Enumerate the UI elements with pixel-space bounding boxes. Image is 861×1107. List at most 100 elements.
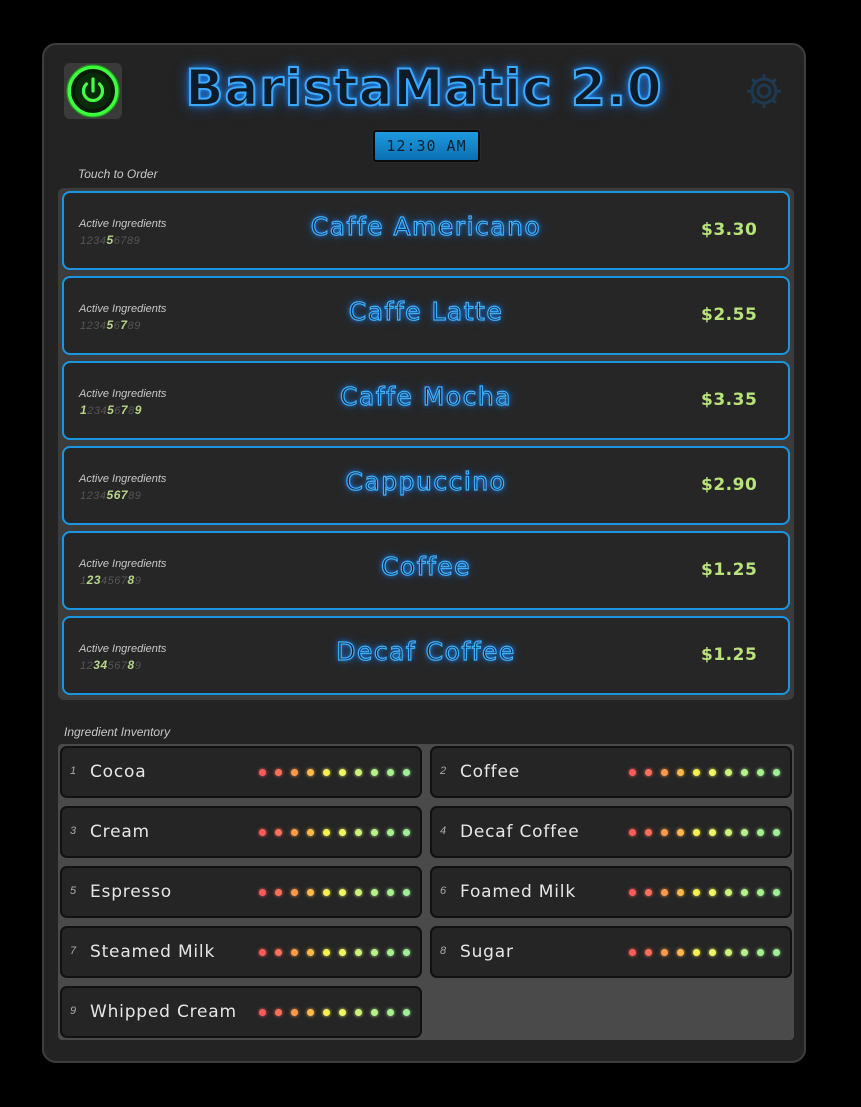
stock-led [259, 829, 266, 836]
stock-led [355, 1009, 362, 1016]
stock-led [757, 829, 764, 836]
stock-led [323, 1009, 330, 1016]
ingredient-number: 9 [70, 1005, 77, 1017]
stock-led [323, 949, 330, 956]
stock-led [307, 769, 314, 776]
drink-price: $1.25 [701, 645, 758, 665]
clock-display: 12:30 AM [372, 129, 481, 163]
stock-led [403, 1009, 410, 1016]
stock-led [307, 889, 314, 896]
stock-led [709, 769, 716, 776]
stock-led [371, 1009, 378, 1016]
drink-name: Decaf Coffee [336, 636, 516, 666]
stock-led [339, 889, 346, 896]
drink-price: $3.35 [701, 390, 758, 410]
stock-led [387, 949, 394, 956]
ingredient-number: 4 [440, 825, 447, 837]
stock-led [259, 769, 266, 776]
stock-led [387, 769, 394, 776]
stock-led [645, 889, 652, 896]
drink-price: $1.25 [701, 560, 758, 580]
stock-led [693, 769, 700, 776]
stock-led [741, 829, 748, 836]
stock-led [709, 949, 716, 956]
app-title: BaristaMatic 2.0 [184, 58, 663, 118]
stock-led [725, 889, 732, 896]
stock-led [339, 829, 346, 836]
stock-led [661, 949, 668, 956]
stock-led [403, 829, 410, 836]
inventory-item: 8 Sugar [430, 926, 792, 978]
stock-led [291, 1009, 298, 1016]
stock-led [403, 769, 410, 776]
touch-to-order-label: Touch to Order [78, 167, 158, 181]
menu-item[interactable]: Active Ingredients 123456789 Caffe Mocha $3… [62, 361, 790, 440]
stock-led [677, 889, 684, 896]
stock-led [645, 769, 652, 776]
drink-name: Cappuccino [345, 466, 507, 496]
menu-item[interactable]: Active Ingredients 123456789 Cappuccino $2.… [62, 446, 790, 525]
inventory-item: 4 Decaf Coffee [430, 806, 792, 858]
inventory-label: Ingredient Inventory [64, 725, 171, 739]
stock-led [403, 949, 410, 956]
stock-led [741, 769, 748, 776]
gear-icon [747, 74, 781, 108]
stock-led [709, 829, 716, 836]
stock-led [661, 769, 668, 776]
stock-led [307, 829, 314, 836]
ingredient-name: Foamed Milk [460, 882, 576, 902]
stock-led [323, 829, 330, 836]
stock-led [725, 829, 732, 836]
stock-led [773, 949, 780, 956]
drink-name: Caffe Mocha [339, 381, 512, 411]
ingredient-number: 6 [440, 885, 447, 897]
stock-led [275, 1009, 282, 1016]
drink-name: Coffee [380, 551, 472, 581]
stock-led [677, 769, 684, 776]
stock-led [629, 829, 636, 836]
stock-led [629, 949, 636, 956]
stock-led [323, 889, 330, 896]
menu-item[interactable]: Active Ingredients 123456789 Coffee $1.25 [62, 531, 790, 610]
ingredient-name: Coffee [460, 762, 520, 782]
settings-button[interactable] [744, 71, 784, 111]
stock-led [291, 769, 298, 776]
stock-led [677, 949, 684, 956]
inventory-grid: 1 Cocoa 2 Coffee 3 Cream 4 Decaf Coffee 5 Espress… [58, 744, 794, 1040]
stock-led [307, 949, 314, 956]
drink-name: Caffe Latte [348, 296, 504, 326]
stock-led [275, 829, 282, 836]
stock-led [291, 829, 298, 836]
menu-item[interactable]: Active Ingredients 123456789 Caffe Latte $2… [62, 276, 790, 355]
ingredient-name: Espresso [90, 882, 172, 902]
stock-led [339, 1009, 346, 1016]
inventory-item: 9 Whipped Cream [60, 986, 422, 1038]
ingredient-name: Cream [90, 822, 150, 842]
stock-led [741, 889, 748, 896]
drink-price: $3.30 [701, 220, 758, 240]
ingredient-number: 2 [440, 765, 447, 777]
menu-item[interactable]: Active Ingredients 123456789 Caffe America… [62, 191, 790, 270]
stock-led [693, 889, 700, 896]
ingredient-number: 3 [70, 825, 77, 837]
stock-led [275, 949, 282, 956]
stock-led [387, 1009, 394, 1016]
stock-led [355, 949, 362, 956]
ingredient-name: Sugar [460, 942, 514, 962]
inventory-item: 5 Espresso [60, 866, 422, 918]
stock-led [371, 829, 378, 836]
stock-led [355, 769, 362, 776]
stock-led [693, 949, 700, 956]
stock-led [757, 949, 764, 956]
stock-led [403, 889, 410, 896]
inventory-item: 2 Coffee [430, 746, 792, 798]
stock-led [371, 769, 378, 776]
ingredient-number: 8 [440, 945, 447, 957]
stock-led [259, 889, 266, 896]
stock-led [693, 829, 700, 836]
ingredient-number: 5 [70, 885, 77, 897]
menu-item[interactable]: Active Ingredients 123456789 Decaf Coffee $… [62, 616, 790, 695]
stock-led [645, 949, 652, 956]
stock-led [757, 769, 764, 776]
stock-led [387, 889, 394, 896]
